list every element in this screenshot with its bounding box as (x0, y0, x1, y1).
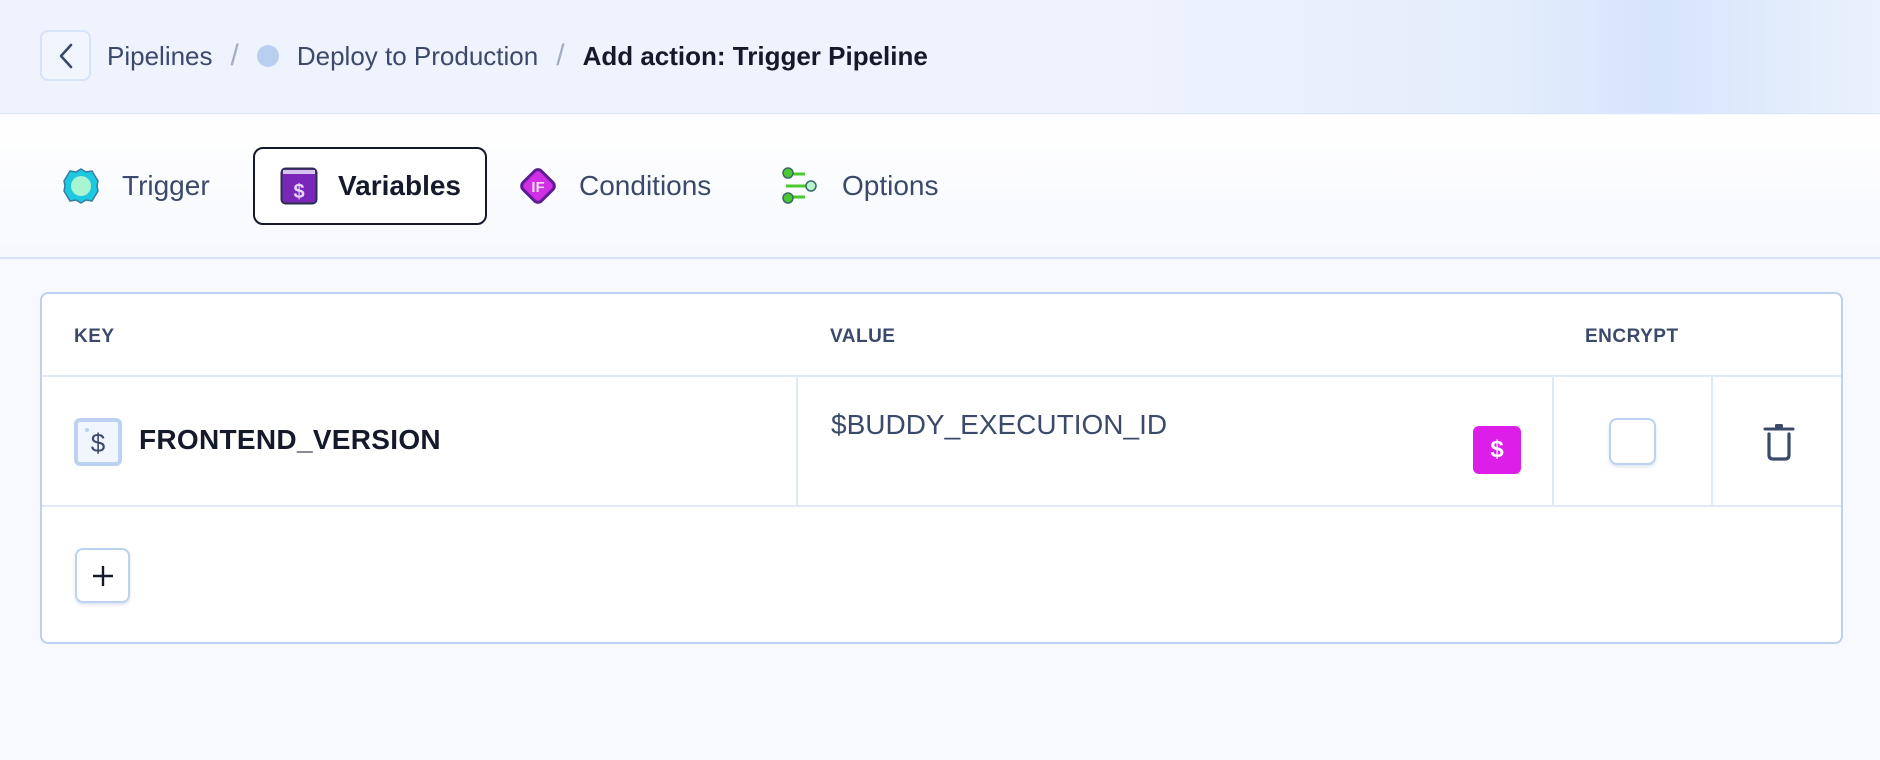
variable-key[interactable]: FRONTEND_VERSION (139, 424, 441, 456)
variables-table: KEY VALUE ENCRYPT $ FRONTEND_VERSION $BU… (40, 292, 1843, 644)
column-header-value: VALUE (830, 326, 896, 347)
plus-icon (92, 565, 113, 586)
column-header-key: KEY (74, 326, 115, 347)
svg-text:$: $ (293, 181, 304, 203)
tab-variables[interactable]: $ Variables (253, 147, 487, 225)
divider (42, 375, 1841, 377)
divider (796, 376, 798, 506)
variable-dollar-icon: $ (74, 418, 122, 466)
sliders-icon (780, 165, 822, 207)
insert-variable-button[interactable]: $ (1473, 426, 1521, 474)
add-variable-button[interactable] (75, 548, 130, 603)
tab-label: Options (842, 170, 939, 201)
breadcrumb-separator: / (230, 39, 239, 72)
action-tabs: Trigger $ Variables IF Conditions Option… (0, 115, 1880, 259)
encrypt-checkbox[interactable] (1609, 418, 1656, 465)
svg-text:IF: IF (531, 179, 544, 196)
divider (1711, 376, 1713, 506)
tab-conditions[interactable]: IF Conditions (517, 147, 711, 225)
tab-label: Trigger (122, 170, 210, 201)
breadcrumb-separator: / (556, 39, 565, 72)
back-button[interactable] (40, 30, 91, 81)
tab-label: Conditions (579, 170, 712, 201)
tab-trigger[interactable]: Trigger (60, 147, 210, 225)
delete-row-button[interactable] (1762, 422, 1796, 462)
page-header: Pipelines / Deploy to Production / Add a… (0, 0, 1880, 114)
tab-label: Variables (338, 170, 461, 201)
gear-icon (60, 165, 102, 207)
svg-text:$: $ (91, 428, 106, 457)
pipeline-status-dot (256, 45, 279, 67)
tab-options[interactable]: Options (780, 147, 939, 225)
breadcrumb: Pipelines / Deploy to Production / Add a… (107, 36, 928, 76)
if-diamond-icon: IF (517, 165, 559, 207)
breadcrumb-pipelines[interactable]: Pipelines (107, 41, 213, 72)
divider (1552, 376, 1554, 506)
column-header-encrypt: ENCRYPT (1585, 326, 1679, 347)
breadcrumb-current: Add action: Trigger Pipeline (582, 40, 928, 71)
variable-dollar-icon: $ (279, 165, 318, 207)
trash-icon (1763, 424, 1795, 461)
breadcrumb-pipeline[interactable]: Deploy to Production (297, 41, 538, 72)
divider (42, 505, 1841, 507)
variable-value[interactable]: $BUDDY_EXECUTION_ID (831, 409, 1167, 441)
chevron-left-icon (59, 43, 72, 68)
